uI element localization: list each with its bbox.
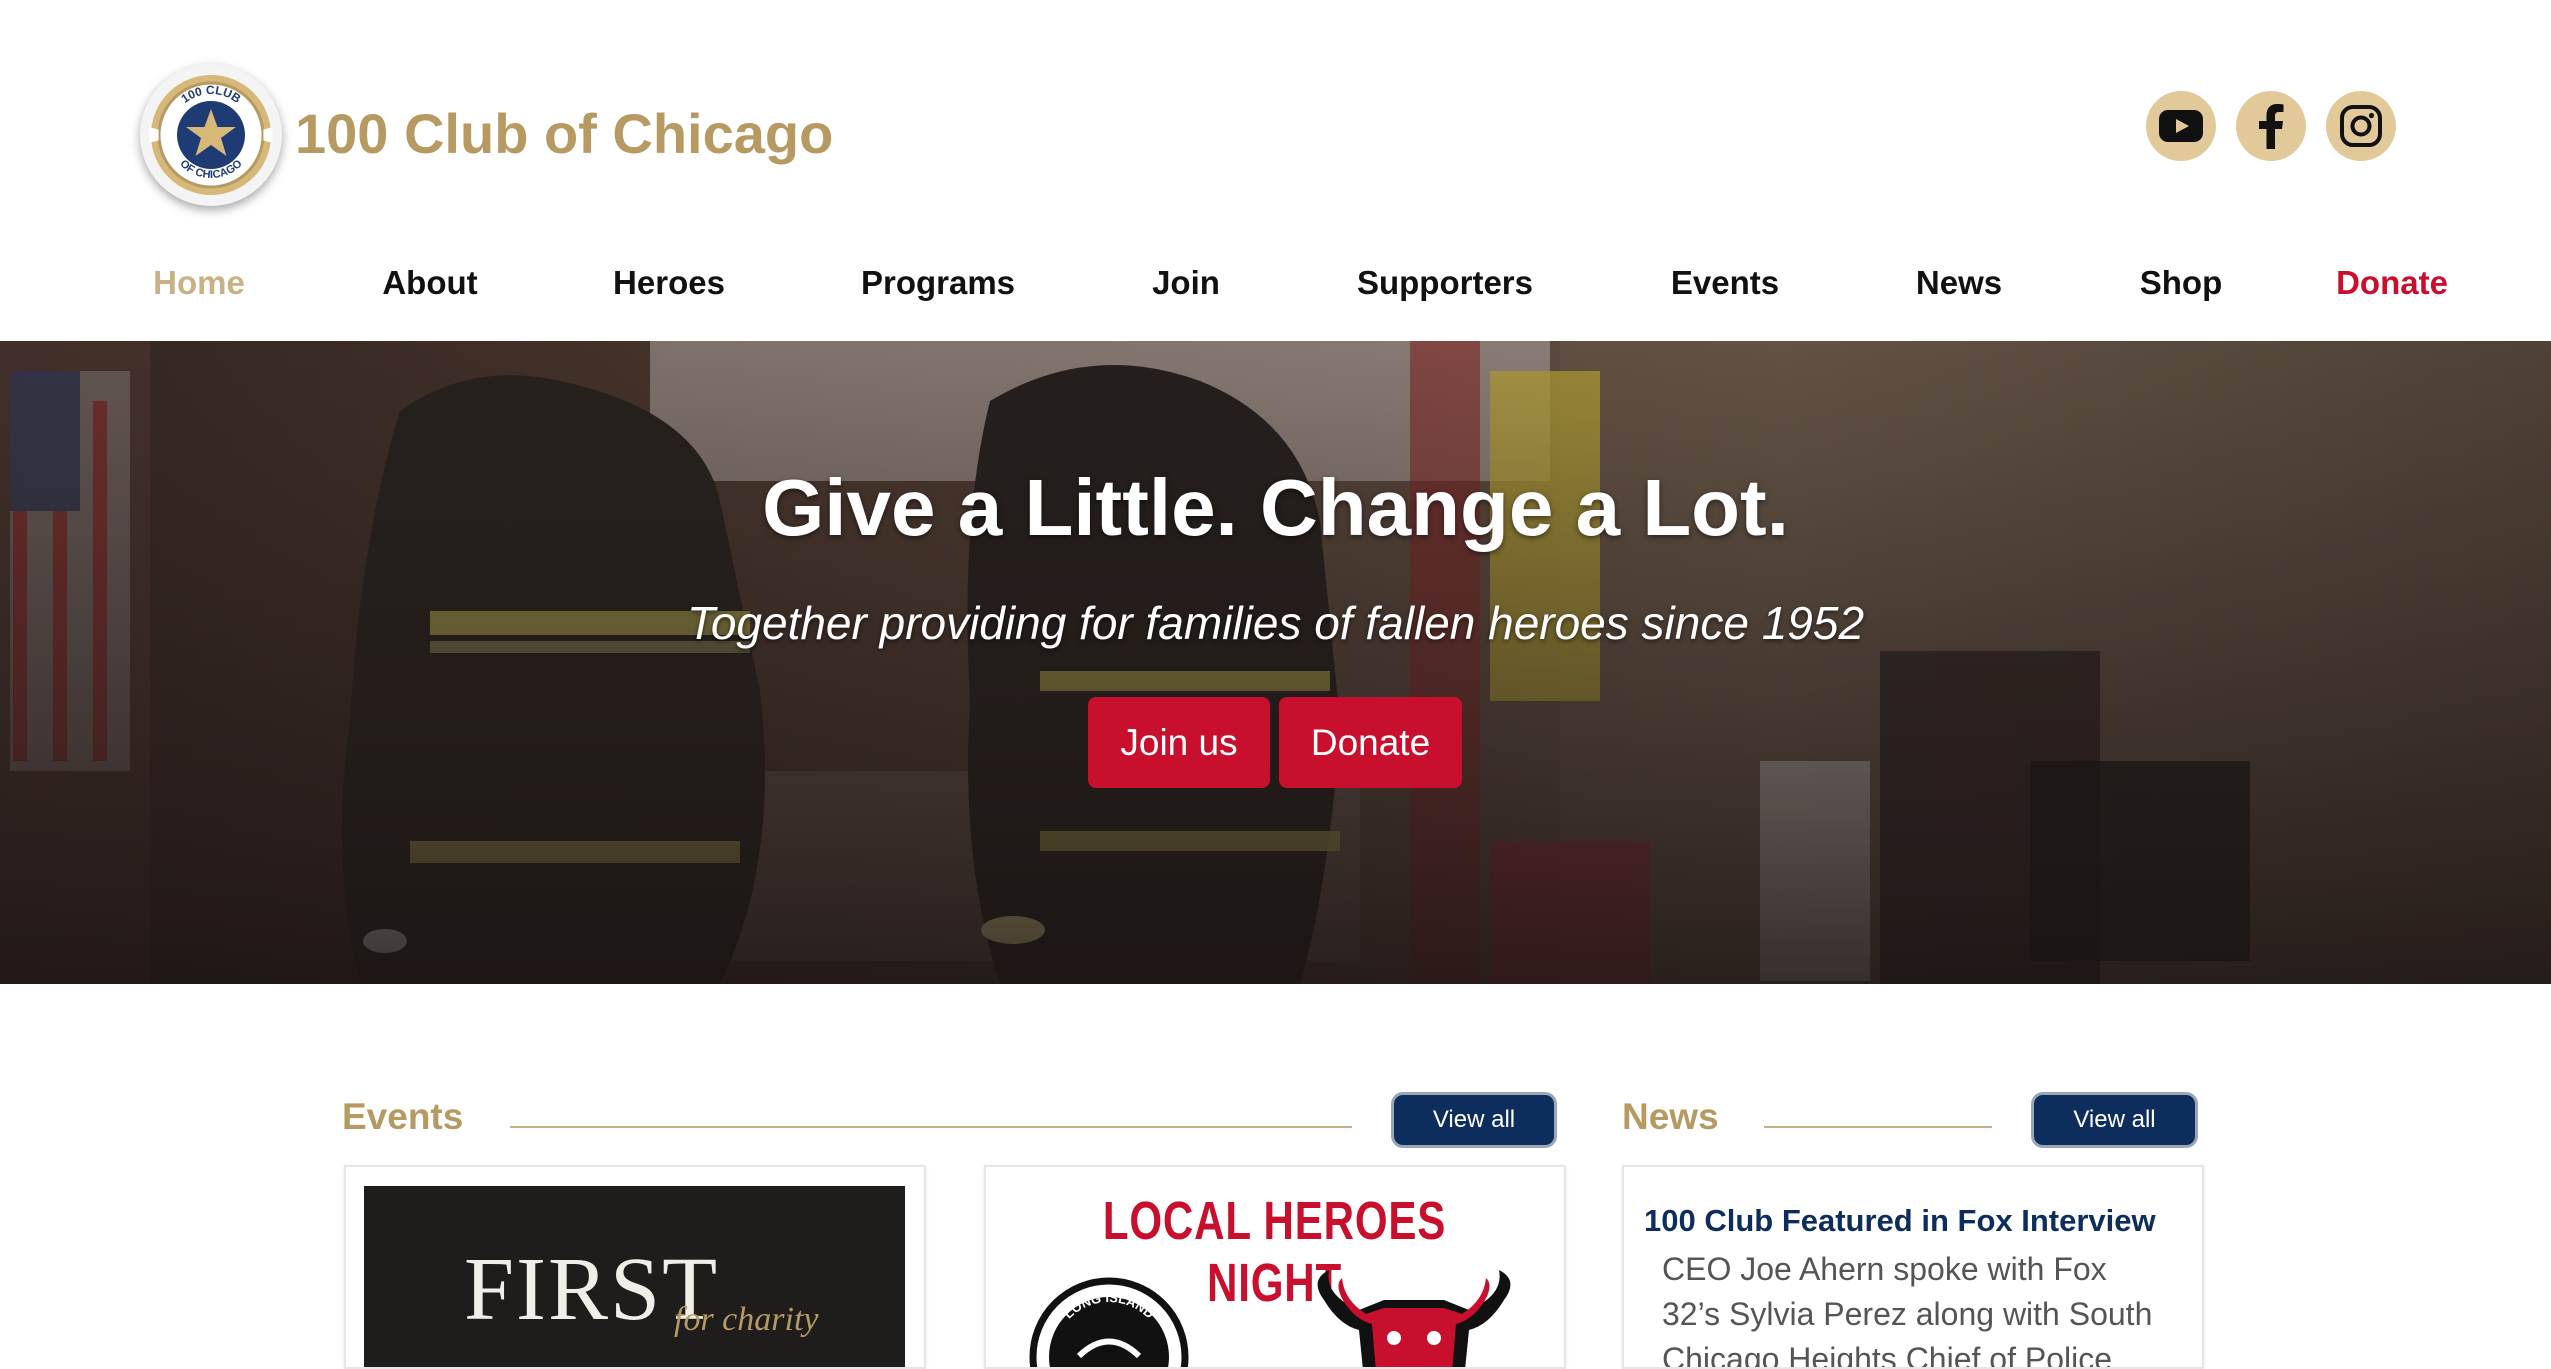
news-view-all-button[interactable]: View all xyxy=(2031,1092,2198,1148)
nav-donate[interactable]: Donate xyxy=(2336,264,2448,302)
news-card[interactable]: 100 Club Featured in Fox Interview CEO J… xyxy=(1622,1165,2204,1369)
hero-banner xyxy=(0,341,2551,984)
instagram-link[interactable] xyxy=(2326,91,2396,161)
event-card-local-heroes-night[interactable]: LOCAL HEROES NIGHT LONG ISLAND xyxy=(984,1165,1566,1369)
news-headline-link[interactable]: 100 Club Featured in Fox Interview xyxy=(1644,1203,2156,1239)
event-card-script-text: for charity xyxy=(674,1301,819,1338)
instagram-icon xyxy=(2340,105,2382,147)
events-view-all-button[interactable]: View all xyxy=(1391,1092,1557,1148)
event-card-image: LOCAL HEROES NIGHT LONG ISLAND xyxy=(1004,1186,1545,1367)
facebook-icon xyxy=(2259,104,2284,149)
youtube-link[interactable] xyxy=(2146,91,2216,161)
main-nav: Home About Heroes Programs Join Supporte… xyxy=(0,230,2551,338)
news-section-title: News xyxy=(1622,1096,1719,1137)
nav-heroes[interactable]: Heroes xyxy=(613,264,725,302)
events-divider xyxy=(510,1126,1352,1128)
chicago-bulls-logo xyxy=(1317,1270,1511,1367)
facebook-link[interactable] xyxy=(2236,91,2306,161)
news-divider xyxy=(1764,1126,1992,1128)
nav-shop[interactable]: Shop xyxy=(2140,264,2222,302)
event-card-image: FIRST for charity xyxy=(364,1186,905,1367)
youtube-icon xyxy=(2159,110,2203,142)
hero-title: Give a Little. Change a Lot. xyxy=(762,463,1789,552)
nav-supporters[interactable]: Supporters xyxy=(1357,264,1533,302)
events-section-title: Events xyxy=(342,1096,464,1137)
club-seal-logo[interactable]: 100 CLUB OF CHICAGO xyxy=(140,64,282,206)
long-island-nets-logo: LONG ISLAND xyxy=(1029,1277,1189,1367)
nav-join[interactable]: Join xyxy=(1152,264,1220,302)
nav-news[interactable]: News xyxy=(1916,264,2002,302)
site-header: 100 CLUB OF CHICAGO 100 Club of Chicago xyxy=(0,0,2551,215)
firehouse-photo xyxy=(0,341,2551,984)
hero-donate-button[interactable]: Donate xyxy=(1279,697,1462,788)
nav-programs[interactable]: Programs xyxy=(861,264,1015,302)
nav-about[interactable]: About xyxy=(382,264,477,302)
event-card-first-look[interactable]: FIRST for charity xyxy=(344,1165,926,1369)
site-title[interactable]: 100 Club of Chicago xyxy=(295,101,833,166)
nav-events[interactable]: Events xyxy=(1671,264,1779,302)
nav-home[interactable]: Home xyxy=(153,264,245,302)
join-us-button[interactable]: Join us xyxy=(1088,697,1270,788)
hero-subtitle: Together providing for families of falle… xyxy=(686,597,1865,649)
